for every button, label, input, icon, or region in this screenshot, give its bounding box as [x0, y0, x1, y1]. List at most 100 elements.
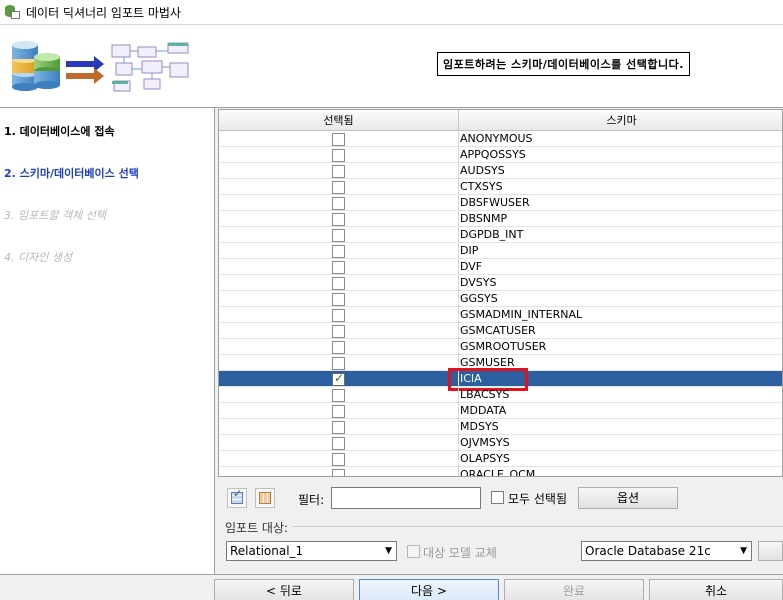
- table-row[interactable]: GSMADMIN_INTERNAL: [219, 307, 782, 323]
- table-row[interactable]: DGPDB_INT: [219, 227, 782, 243]
- selected-cell: [219, 275, 459, 291]
- row-select-checkbox[interactable]: [332, 437, 345, 450]
- table-row[interactable]: MDDATA: [219, 403, 782, 419]
- check-icon: ✓: [233, 487, 243, 500]
- row-select-checkbox[interactable]: [332, 181, 345, 194]
- row-select-checkbox[interactable]: [332, 357, 345, 370]
- table-row[interactable]: APPQOSSYS: [219, 147, 782, 163]
- table-row[interactable]: DBSFWUSER: [219, 195, 782, 211]
- selected-cell: [219, 419, 459, 435]
- row-select-checkbox[interactable]: [332, 325, 345, 338]
- table-row[interactable]: GSMCATUSER: [219, 323, 782, 339]
- row-select-checkbox[interactable]: [332, 229, 345, 242]
- selected-cell: [219, 339, 459, 355]
- row-select-checkbox[interactable]: [332, 277, 345, 290]
- schema-name-cell: CTXSYS: [460, 180, 503, 193]
- row-select-checkbox[interactable]: [332, 261, 345, 274]
- target-database-value: Oracle Database 21c: [585, 544, 711, 558]
- options-button[interactable]: 옵션: [578, 487, 678, 509]
- row-select-checkbox[interactable]: [332, 133, 345, 146]
- row-select-checkbox[interactable]: [332, 197, 345, 210]
- table-row[interactable]: ICIA: [219, 368, 782, 391]
- deselect-all-rows-button[interactable]: [255, 488, 275, 508]
- schema-name-cell: OJVMSYS: [460, 436, 510, 449]
- schema-name-cell: DBSNMP: [460, 212, 508, 225]
- row-select-checkbox[interactable]: [332, 149, 345, 162]
- table-row[interactable]: LBACSYS: [219, 387, 782, 403]
- selected-cell: [219, 323, 459, 339]
- schema-name-cell: DGPDB_INT: [460, 228, 524, 241]
- title-bar: 데이터 딕셔너리 임포트 마법사: [0, 0, 783, 24]
- table-row[interactable]: OJVMSYS: [219, 435, 782, 451]
- schema-name-cell: DVSYS: [460, 276, 497, 289]
- group-divider: [292, 526, 783, 527]
- row-select-checkbox[interactable]: [332, 309, 345, 322]
- row-select-checkbox[interactable]: [332, 245, 345, 258]
- table-row[interactable]: ANONYMOUS: [219, 131, 782, 147]
- table-header: 선택됨 스키마: [219, 110, 782, 131]
- target-model-dropdown[interactable]: Relational_1 ▼: [226, 541, 397, 561]
- table-row[interactable]: GGSYS: [219, 291, 782, 307]
- selected-cell: [219, 195, 459, 211]
- selected-cell: [219, 435, 459, 451]
- table-row[interactable]: DBSNMP: [219, 211, 782, 227]
- row-select-checkbox[interactable]: [332, 421, 345, 434]
- table-row[interactable]: DVF: [219, 259, 782, 275]
- schema-name-cell: MDDATA: [460, 404, 507, 417]
- row-select-checkbox[interactable]: [332, 341, 345, 354]
- selected-cell: [219, 387, 459, 403]
- schema-table: 선택됨 스키마 ANONYMOUS APPQOSSYS AUDSYS CTXSYS DB…: [218, 109, 783, 477]
- selected-cell: [219, 371, 459, 387]
- table-row[interactable]: GSMROOTUSER: [219, 339, 782, 355]
- cancel-button[interactable]: 취소: [649, 579, 783, 600]
- row-select-checkbox[interactable]: [332, 469, 345, 476]
- grid-icon: [259, 492, 271, 504]
- target-database-dropdown[interactable]: Oracle Database 21c ▼: [581, 541, 752, 561]
- schema-name-cell: AUDSYS: [460, 164, 505, 177]
- table-row[interactable]: MDSYS: [219, 419, 782, 435]
- data-modeler-app-icon: [4, 4, 20, 20]
- chevron-down-icon: ▼: [740, 546, 747, 556]
- row-select-checkbox[interactable]: [332, 165, 345, 178]
- schema-name-cell: ANONYMOUS: [460, 132, 533, 145]
- step-select-objects: 3. 임포트할 객체 선택: [4, 209, 106, 222]
- row-select-checkbox[interactable]: [332, 453, 345, 466]
- select-all-rows-button[interactable]: ✓: [227, 487, 247, 508]
- row-select-checkbox[interactable]: [332, 405, 345, 418]
- table-row[interactable]: ORACLE_OCM: [219, 467, 782, 476]
- wizard-nav-bar: < 뒤로 다음 > 완료 취소: [0, 574, 783, 600]
- wizard-instruction: 임포트하려는 스키마/데이터베이스를 선택합니다.: [437, 52, 690, 76]
- table-row[interactable]: DIP: [219, 243, 782, 259]
- selected-cell: [219, 243, 459, 259]
- selected-cell: [219, 179, 459, 195]
- table-body: ANONYMOUS APPQOSSYS AUDSYS CTXSYS DBSFWUSER D…: [219, 131, 782, 476]
- selected-cell: [219, 131, 459, 147]
- filter-input[interactable]: [331, 487, 481, 509]
- row-select-checkbox[interactable]: [332, 213, 345, 226]
- replace-model-label: 대상 모델 교체: [423, 546, 497, 560]
- table-row[interactable]: AUDSYS: [219, 163, 782, 179]
- database-extra-button[interactable]: [758, 541, 783, 561]
- column-header-selected[interactable]: 선택됨: [219, 110, 459, 131]
- column-header-schema[interactable]: 스키마: [459, 110, 782, 131]
- row-select-checkbox[interactable]: [332, 389, 345, 402]
- table-row[interactable]: DVSYS: [219, 275, 782, 291]
- selected-cell: [219, 467, 459, 476]
- window-title: 데이터 딕셔너리 임포트 마법사: [26, 5, 181, 20]
- filter-label: 필터:: [298, 493, 325, 507]
- finish-button[interactable]: 완료: [504, 579, 644, 600]
- step-select-schema[interactable]: 2. 스키마/데이터베이스 선택: [4, 165, 139, 181]
- schema-name-cell: DVF: [460, 260, 483, 273]
- row-select-checkbox[interactable]: [332, 371, 345, 386]
- schema-name-cell: GSMROOTUSER: [460, 340, 547, 353]
- next-button[interactable]: 다음 >: [359, 579, 499, 600]
- select-all-checkbox[interactable]: [491, 491, 504, 504]
- table-row[interactable]: CTXSYS: [219, 179, 782, 195]
- step-connect-database[interactable]: 1. 데이터베이스에 접속: [4, 123, 115, 139]
- table-row[interactable]: OLAPSYS: [219, 451, 782, 467]
- replace-model-checkbox[interactable]: [407, 545, 420, 558]
- selected-cell: [219, 355, 459, 371]
- row-select-checkbox[interactable]: [332, 293, 345, 306]
- schema-name-cell: MDSYS: [460, 420, 499, 433]
- back-button[interactable]: < 뒤로: [214, 579, 354, 600]
